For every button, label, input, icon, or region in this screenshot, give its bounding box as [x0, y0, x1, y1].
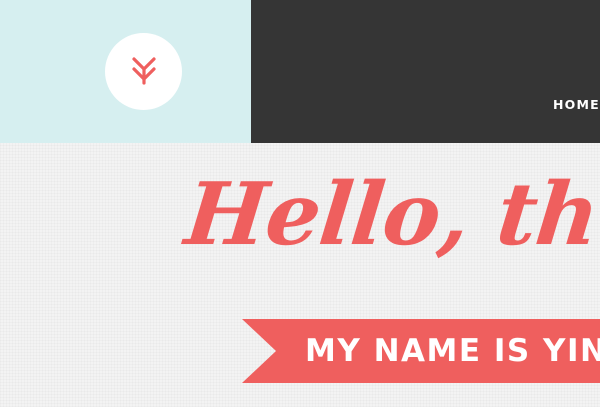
chevron-arrow-down-icon: [132, 57, 156, 85]
hero-greeting: Hello, th: [180, 164, 600, 265]
logo-panel: [0, 0, 251, 143]
name-ribbon: MY NAME IS YIN: [242, 319, 600, 383]
ribbon-tagline: MY NAME IS YIN: [305, 333, 600, 369]
top-nav-bar: HOME: [251, 0, 600, 143]
nav-home-link[interactable]: HOME: [553, 97, 600, 112]
site-logo[interactable]: [105, 33, 182, 110]
